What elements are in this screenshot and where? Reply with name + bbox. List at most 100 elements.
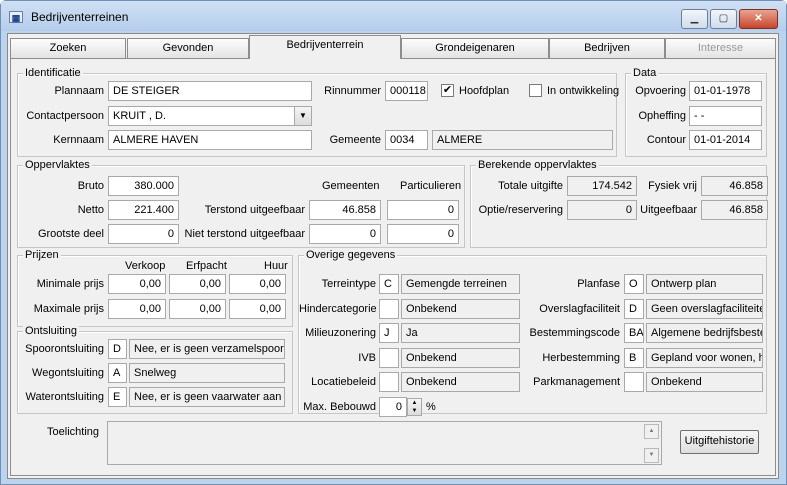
tab-bedrijven[interactable]: Bedrijven bbox=[549, 38, 665, 58]
optie-reservering-label: Optie/reservering bbox=[478, 204, 563, 216]
netto-field[interactable]: 221.400 bbox=[108, 200, 179, 220]
kernnaam-field[interactable]: ALMERE HAVEN bbox=[108, 130, 312, 150]
spoorontsluiting-label: Spoorontsluiting bbox=[25, 343, 104, 355]
waterontsluiting-label: Waterontsluiting bbox=[25, 391, 104, 403]
locatiebeleid-code-field[interactable] bbox=[379, 372, 399, 392]
tab-grondeigenaren[interactable]: Grondeigenaren bbox=[401, 38, 549, 58]
milieuzonering-code-field[interactable]: J bbox=[379, 323, 399, 343]
bestemmingscode-code-field[interactable]: BA bbox=[624, 323, 644, 343]
identificatie-group: Identificatie Plannaam DE STEIGER Contac… bbox=[17, 67, 620, 157]
max-bebouwd-field[interactable]: 0 bbox=[379, 397, 407, 417]
percent-unit-label: % bbox=[426, 401, 436, 413]
milieuzonering-text-field: Ja bbox=[401, 323, 520, 343]
minimize-button[interactable]: ▁ bbox=[681, 9, 708, 29]
data-group: Data Opvoering 01-01-1978 Opheffing - - … bbox=[625, 67, 767, 157]
toelichting-textarea[interactable] bbox=[107, 421, 662, 465]
gemeente-code-field[interactable]: 0034 bbox=[385, 130, 428, 150]
bedrijventerrein-panel: Identificatie Plannaam DE STEIGER Contac… bbox=[10, 58, 776, 476]
uitgeefbaar-field: 46.858 bbox=[701, 200, 768, 220]
col-erfpacht-header: Erfpacht bbox=[186, 260, 227, 272]
ontsluiting-group: Ontsluiting Spoorontsluiting D Nee, er i… bbox=[17, 325, 293, 414]
fysiek-vrij-label: Fysiek vrij bbox=[648, 180, 697, 192]
scroll-down-icon[interactable]: ▼ bbox=[644, 448, 659, 463]
contour-field[interactable]: 01-01-2014 bbox=[689, 130, 762, 150]
oppervlaktes-group: Oppervlaktes Bruto 380.000 Netto 221.400… bbox=[17, 159, 465, 248]
max-huur-field[interactable]: 0,00 bbox=[229, 299, 286, 319]
contactpersoon-select[interactable]: KRUIT , D. ▼ bbox=[108, 106, 312, 126]
hindercategorie-code-field[interactable] bbox=[379, 299, 399, 319]
parkmanagement-text-field: Onbekend bbox=[646, 372, 763, 392]
terstond-particulieren-field[interactable]: 0 bbox=[387, 200, 459, 220]
max-bebouwd-label: Max. Bebouwd bbox=[303, 401, 376, 413]
main-window: ▦ Bedrijventerreinen ▁ ▢ ✕ Zoeken Gevond… bbox=[0, 0, 787, 485]
data-title: Data bbox=[631, 67, 659, 79]
ontwikkeling-label: In ontwikkeling bbox=[547, 85, 620, 97]
ontwikkeling-checkbox[interactable] bbox=[529, 84, 542, 97]
waterontsluiting-code-field[interactable]: E bbox=[108, 387, 127, 407]
berekende-oppervlaktes-title: Berekende oppervlaktes bbox=[476, 159, 599, 171]
rinnummer-field[interactable]: 000118 bbox=[385, 81, 428, 101]
close-button[interactable]: ✕ bbox=[739, 9, 778, 29]
contactpersoon-value: KRUIT , D. bbox=[113, 110, 166, 122]
max-bebouwd-spinner[interactable]: ▲ ▼ bbox=[407, 398, 422, 416]
ivb-label: IVB bbox=[358, 352, 376, 364]
max-erfpacht-field[interactable]: 0,00 bbox=[169, 299, 226, 319]
niet-terstond-label: Niet terstond uitgeefbaar bbox=[184, 228, 305, 240]
terstond-gemeenten-field[interactable]: 46.858 bbox=[309, 200, 381, 220]
overige-gegevens-group: Overige gegevens Terreintype C Gemengde … bbox=[298, 249, 767, 417]
plannaam-field[interactable]: DE STEIGER bbox=[108, 81, 312, 101]
tab-bedrijventerrein[interactable]: Bedrijventerrein bbox=[249, 35, 401, 59]
spoorontsluiting-code-field[interactable]: D bbox=[108, 339, 127, 359]
min-verkoop-field[interactable]: 0,00 bbox=[108, 274, 166, 294]
uitgiftehistorie-button[interactable]: Uitgiftehistorie bbox=[680, 430, 759, 454]
bruto-field[interactable]: 380.000 bbox=[108, 176, 179, 196]
wegontsluiting-code-field[interactable]: A bbox=[108, 363, 127, 383]
min-erfpacht-field[interactable]: 0,00 bbox=[169, 274, 226, 294]
fysiek-vrij-field: 46.858 bbox=[701, 176, 768, 196]
grootste-deel-label: Grootste deel bbox=[37, 228, 104, 240]
title-bar[interactable]: ▦ Bedrijventerreinen ▁ ▢ ✕ bbox=[1, 1, 786, 31]
contour-label: Contour bbox=[646, 134, 686, 146]
hoofdplan-label: Hoofdplan bbox=[459, 85, 510, 97]
bruto-label: Bruto bbox=[77, 180, 104, 192]
overslagfaciliteit-text-field: Geen overslagfaciliteiten bbox=[646, 299, 763, 319]
tab-zoeken[interactable]: Zoeken bbox=[10, 38, 126, 58]
planfase-code-field[interactable]: O bbox=[624, 274, 644, 294]
terreintype-code-field[interactable]: C bbox=[379, 274, 399, 294]
herbestemming-code-field[interactable]: B bbox=[624, 348, 644, 368]
maximize-button[interactable]: ▢ bbox=[710, 9, 737, 29]
maximale-prijs-label: Maximale prijs bbox=[33, 303, 104, 315]
netto-label: Netto bbox=[77, 204, 104, 216]
niet-terstond-particulieren-field[interactable]: 0 bbox=[387, 224, 459, 244]
window-title: Bedrijventerreinen bbox=[31, 10, 129, 24]
hindercategorie-text-field: Onbekend bbox=[401, 299, 520, 319]
optie-reservering-field: 0 bbox=[567, 200, 637, 220]
max-verkoop-field[interactable]: 0,00 bbox=[108, 299, 166, 319]
min-huur-field[interactable]: 0,00 bbox=[229, 274, 286, 294]
totale-uitgifte-field: 174.542 bbox=[567, 176, 637, 196]
hoofdplan-checkbox[interactable]: ✔ bbox=[441, 84, 454, 97]
tab-gevonden[interactable]: Gevonden bbox=[127, 38, 249, 58]
ivb-code-field[interactable] bbox=[379, 348, 399, 368]
grootste-deel-field[interactable]: 0 bbox=[108, 224, 179, 244]
opheffing-field[interactable]: - - bbox=[689, 106, 762, 126]
wegontsluiting-label: Wegontsluiting bbox=[32, 367, 104, 379]
minimale-prijs-label: Minimale prijs bbox=[36, 278, 104, 290]
overslagfaciliteit-code-field[interactable]: D bbox=[624, 299, 644, 319]
parkmanagement-code-field[interactable] bbox=[624, 372, 644, 392]
oppervlaktes-title: Oppervlaktes bbox=[23, 159, 92, 171]
niet-terstond-gemeenten-field[interactable]: 0 bbox=[309, 224, 381, 244]
scroll-up-icon[interactable]: ▲ bbox=[644, 424, 659, 439]
overslagfaciliteit-label: Overslagfaciliteit bbox=[539, 303, 620, 315]
col-particulieren-header: Particulieren bbox=[400, 180, 462, 192]
herbestemming-text-field: Gepland voor wonen, horeca bbox=[646, 348, 763, 368]
identificatie-title: Identificatie bbox=[23, 67, 83, 79]
wegontsluiting-text-field: Snelweg bbox=[129, 363, 285, 383]
kernnaam-label: Kernnaam bbox=[53, 134, 104, 146]
chevron-down-icon[interactable]: ▼ bbox=[294, 107, 311, 125]
totale-uitgifte-label: Totale uitgifte bbox=[498, 180, 563, 192]
ivb-text-field: Onbekend bbox=[401, 348, 520, 368]
rinnummer-label: Rinnummer bbox=[324, 85, 381, 97]
opvoering-field[interactable]: 01-01-1978 bbox=[689, 81, 762, 101]
opheffing-label: Opheffing bbox=[638, 110, 686, 122]
